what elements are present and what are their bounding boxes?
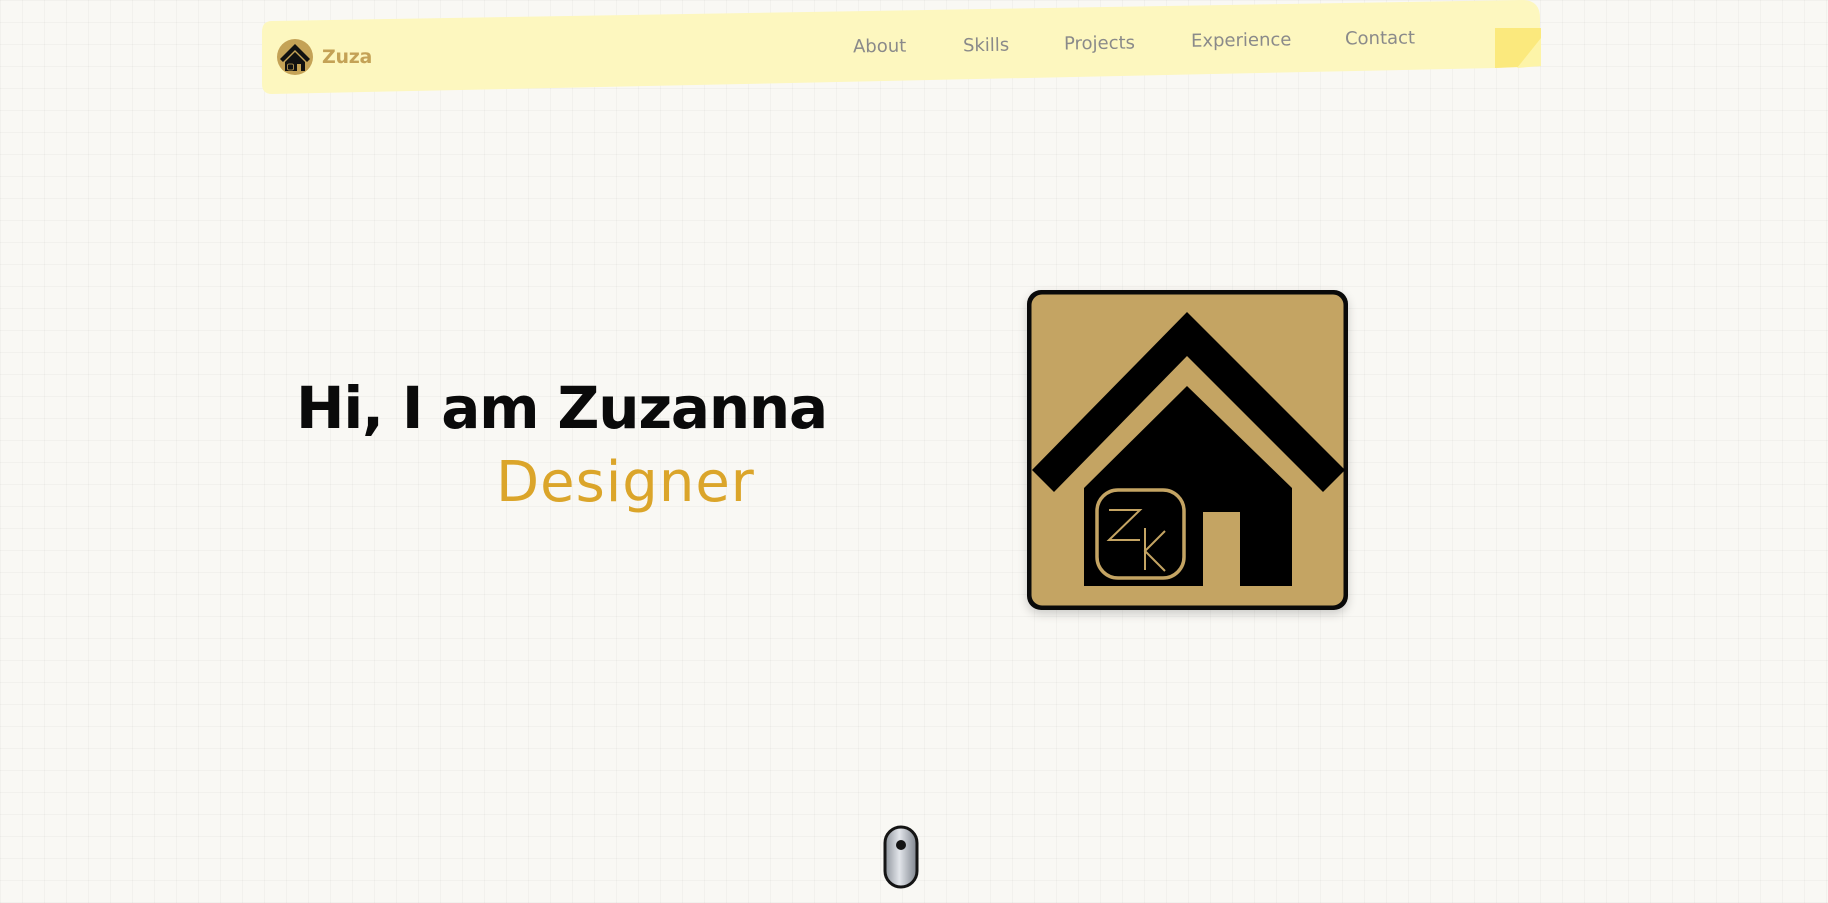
nav-link-experience[interactable]: Experience (1191, 29, 1292, 51)
hero-title: Hi, I am Zuzanna (296, 374, 828, 442)
zk-house-logo-icon (1027, 290, 1348, 610)
folded-corner-icon (1495, 28, 1541, 68)
nav-link-skills[interactable]: Skills (963, 35, 1010, 57)
brand-home-link[interactable]: Zuza (276, 38, 372, 76)
mouse-scroll-icon[interactable] (883, 825, 919, 889)
brand-name: Zuza (322, 46, 372, 68)
nav-link-about[interactable]: About (853, 36, 907, 58)
nav-link-projects[interactable]: Projects (1064, 33, 1135, 55)
nav-link-contact[interactable]: Contact (1345, 28, 1415, 50)
hero-role: Designer (496, 450, 755, 515)
house-logo-icon (277, 39, 313, 75)
navigation-bar: Zuza About Skills Projects Experience Co… (260, 0, 1541, 96)
